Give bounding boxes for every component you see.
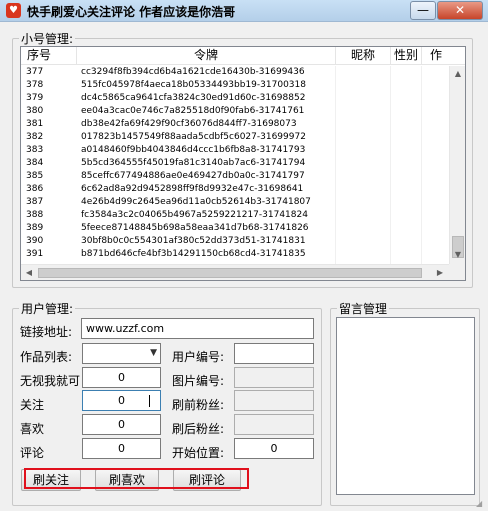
start-position-label: 开始位置:: [172, 446, 225, 460]
table-row[interactable]: 377 cc3294f8fb394cd6b4a1621cde16430b-3169…: [21, 66, 449, 79]
cell-id: 383: [26, 145, 44, 155]
works-list-label: 作品列表:: [20, 350, 73, 364]
cell-id: 388: [26, 210, 44, 220]
cell-token: 5feece87148845b698a58eaa341d7b68-3174182…: [81, 223, 309, 233]
works-list-select[interactable]: ▼: [82, 343, 161, 364]
ignore-input[interactable]: 0: [82, 367, 161, 388]
table-row[interactable]: 382 017823b1457549f88aada5cdbf5c6027-3169…: [21, 131, 449, 144]
cell-token: ee04a3cac0e746c7a825518d0f90fab6-3174176…: [81, 106, 305, 116]
highlight-box: [24, 468, 249, 489]
cell-id: 385: [26, 171, 44, 181]
user-no-label: 用户编号:: [172, 350, 225, 364]
cell-id: 391: [26, 249, 44, 259]
cell-token: 85ceffc677494886ae0e469427db0a0c-3174179…: [81, 171, 305, 181]
like-label: 喜欢: [20, 422, 45, 436]
accounts-listview[interactable]: 序号 令牌 昵称 性别 作 377 cc3294f8fb394cd6b4a1621…: [20, 46, 466, 281]
cell-token: 6c62ad8a92d9452898ff9f8d9932e47c-3169864…: [81, 184, 304, 194]
start-position-input[interactable]: 0: [234, 438, 314, 459]
minimize-button[interactable]: —: [410, 1, 436, 20]
url-input[interactable]: www.uzzf.com: [81, 318, 314, 339]
follow-count-input[interactable]: 0: [82, 390, 161, 411]
table-row[interactable]: 379 dc4c5865ca9641cfa3824c30ed91d60c-3169…: [21, 92, 449, 105]
cell-id: 378: [26, 80, 44, 90]
resize-grip-icon[interactable]: ◢: [476, 499, 486, 509]
column-header-gender[interactable]: 性别: [391, 47, 422, 65]
scroll-left-icon[interactable]: ◀: [21, 265, 37, 280]
cell-id: 382: [26, 132, 44, 142]
cell-token: a0148460f9bb4043846d4ccc1b6fb8a8-3174179…: [81, 145, 306, 155]
vertical-scrollbar[interactable]: ▲ ▼: [449, 66, 465, 264]
cell-token: 017823b1457549f88aada5cdbf5c6027-3169997…: [81, 132, 306, 142]
cell-token: 5b5cd364555f45019fa81c3140ab7ac6-3174179…: [81, 158, 306, 168]
column-header-token[interactable]: 令牌: [77, 47, 336, 65]
pic-no-label: 图片编号:: [172, 374, 225, 388]
table-row[interactable]: 391 b871bd646cfe4bf3b14291150cb68cd4-3174…: [21, 248, 449, 261]
comment-label: 评论: [20, 446, 45, 460]
close-button[interactable]: ✕: [437, 1, 483, 20]
cell-token: b871bd646cfe4bf3b14291150cb68cd4-3174183…: [81, 249, 306, 259]
fans-after-input[interactable]: [234, 414, 314, 435]
table-row[interactable]: 381 db38e42fa69f429f90cf36076d844ff7-3169…: [21, 118, 449, 131]
column-header-id[interactable]: 序号: [21, 47, 77, 65]
cell-token: 4e26b4d99c2645ea96d11a0cb52614b3-3174180…: [81, 197, 311, 207]
text-caret: [149, 395, 150, 407]
column-header-nickname[interactable]: 昵称: [336, 47, 391, 65]
comment-count-input[interactable]: 0: [82, 438, 161, 459]
table-row[interactable]: 389 5feece87148845b698a58eaa341d7b68-3174…: [21, 222, 449, 235]
listview-header: 序号 令牌 昵称 性别 作: [21, 47, 465, 65]
cell-id: 381: [26, 119, 44, 129]
pic-no-input[interactable]: [234, 367, 314, 388]
cell-id: 380: [26, 106, 44, 116]
cell-id: 377: [26, 67, 44, 77]
chevron-down-icon: ▼: [150, 348, 157, 358]
fans-before-label: 刷前粉丝:: [172, 398, 225, 412]
fans-before-input[interactable]: [234, 390, 314, 411]
ignore-label: 无视我就可: [20, 374, 81, 388]
like-count-input[interactable]: 0: [82, 414, 161, 435]
cell-id: 386: [26, 184, 44, 194]
cell-id: 390: [26, 236, 44, 246]
table-row[interactable]: 383 a0148460f9bb4043846d4ccc1b6fb8a8-3174…: [21, 144, 449, 157]
follow-label: 关注: [20, 398, 45, 412]
scroll-up-icon[interactable]: ▲: [450, 66, 465, 82]
horizontal-scrollbar[interactable]: ◀ ▶: [21, 264, 449, 280]
cell-token: cc3294f8fb394cd6b4a1621cde16430b-3169943…: [81, 67, 305, 77]
scroll-down-icon[interactable]: ▼: [450, 247, 465, 263]
messages-group-title: 留言管理: [339, 302, 388, 316]
table-row[interactable]: 378 515fc045978f4aeca18b05334493bb19-3170…: [21, 79, 449, 92]
cell-token: db38e42fa69f429f90cf36076d844ff7-3169807…: [81, 119, 297, 129]
messages-textarea[interactable]: [336, 317, 475, 495]
cell-id: 387: [26, 197, 44, 207]
table-row[interactable]: 384 5b5cd364555f45019fa81c3140ab7ac6-3174…: [21, 157, 449, 170]
cell-id: 389: [26, 223, 44, 233]
column-header-works[interactable]: 作: [422, 47, 465, 65]
fans-after-label: 刷后粉丝:: [172, 422, 225, 436]
scroll-right-icon[interactable]: ▶: [432, 265, 448, 280]
cell-token: fc3584a3c2c04065b4967a5259221217-3174182…: [81, 210, 308, 220]
table-row[interactable]: 388 fc3584a3c2c04065b4967a5259221217-3174…: [21, 209, 449, 222]
users-group-title: 用户管理:: [21, 302, 74, 316]
window-title: 快手刷爱心关注评论 作者应该是你浩哥: [27, 5, 236, 19]
follow-count-value: 0: [118, 394, 125, 407]
cell-token: dc4c5865ca9641cfa3824c30ed91d60c-3169885…: [81, 93, 306, 103]
scrollbar-corner: [449, 264, 465, 280]
table-row[interactable]: 390 30bf8b0c0c554301af380c52dd373d51-3174…: [21, 235, 449, 248]
accounts-group-title: 小号管理:: [21, 32, 74, 46]
url-label: 链接地址:: [20, 325, 73, 339]
table-row[interactable]: 386 6c62ad8a92d9452898ff9f8d9932e47c-3169…: [21, 183, 449, 196]
cell-id: 384: [26, 158, 44, 168]
title-bar: ♥ 快手刷爱心关注评论 作者应该是你浩哥 — ✕: [0, 0, 488, 22]
listview-body: 377 cc3294f8fb394cd6b4a1621cde16430b-3169…: [21, 66, 449, 264]
app-icon: ♥: [6, 3, 21, 18]
cell-token: 30bf8b0c0c554301af380c52dd373d51-3174183…: [81, 236, 306, 246]
cell-token: 515fc045978f4aeca18b05334493bb19-3170031…: [81, 80, 306, 90]
horizontal-scroll-thumb[interactable]: [38, 268, 422, 278]
user-no-input[interactable]: [234, 343, 314, 364]
cell-id: 379: [26, 93, 44, 103]
table-row[interactable]: 387 4e26b4d99c2645ea96d11a0cb52614b3-3174…: [21, 196, 449, 209]
table-row[interactable]: 385 85ceffc677494886ae0e469427db0a0c-3174…: [21, 170, 449, 183]
table-row[interactable]: 380 ee04a3cac0e746c7a825518d0f90fab6-3174…: [21, 105, 449, 118]
